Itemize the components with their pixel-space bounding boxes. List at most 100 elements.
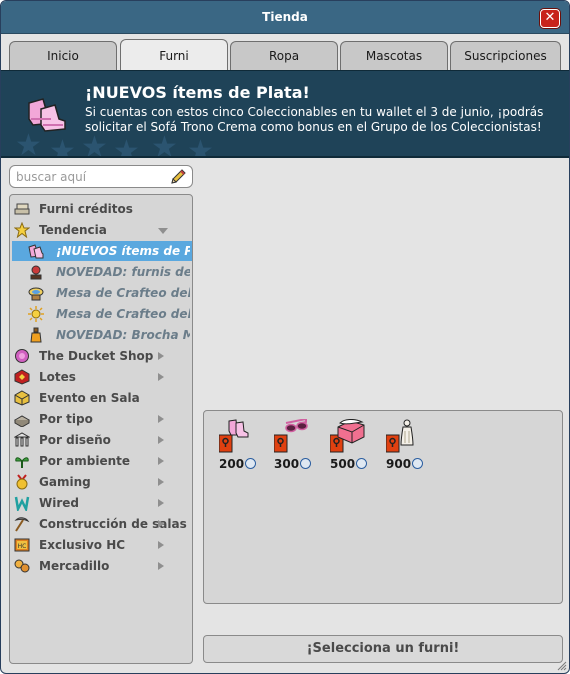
banner-star-decoration: ★ <box>15 128 42 158</box>
tab-furni[interactable]: Furni <box>120 39 228 70</box>
catalog-item-label: Mesa de Crafteo del Som <box>56 307 190 321</box>
tab-ropa[interactable]: Ropa <box>230 41 338 70</box>
chevron-right-icon <box>158 499 164 507</box>
banner-star-decoration: ★ <box>113 134 140 158</box>
promo-banner: ★ ★ ★ ★ ★ ★ ¡NUEVOS ítems de Plata! Si c… <box>1 70 569 158</box>
catalog-item-label: Lotes <box>39 370 76 384</box>
catalog-item-label: Construcción de salas <box>39 517 187 531</box>
product-item[interactable]: 500 <box>330 419 376 471</box>
catalog-item-label: The Ducket Shop <box>39 349 154 363</box>
ducket-icon <box>15 349 29 363</box>
catalog-item-nuevos-items-plata[interactable]: ¡NUEVOS ítems de Plata <box>12 241 192 261</box>
catalog-item-mercadillo[interactable]: Mercadillo <box>12 556 192 576</box>
banner-star-decoration: ★ <box>151 130 178 158</box>
chevron-right-icon <box>158 541 164 549</box>
plant-icon <box>15 457 29 468</box>
catalog-item-por-ambiente[interactable]: Por ambiente <box>12 451 192 471</box>
catalog-item-label: Evento en Sala <box>39 391 140 405</box>
diamond-coin-icon <box>412 458 424 469</box>
furni-stack-icon <box>14 203 30 215</box>
catalog-item-wired[interactable]: Wired <box>12 493 192 513</box>
catalog-item-lotes[interactable]: Lotes <box>12 367 192 387</box>
banner-star-decoration: ★ <box>81 130 108 158</box>
banner-star-decoration: ★ <box>49 134 76 158</box>
resize-grip-icon[interactable] <box>557 661 567 671</box>
banner-text: Si cuentas con estos cinco Coleccionable… <box>85 105 544 134</box>
pink-slippers-icon <box>28 244 44 259</box>
catalog-item-por-tipo[interactable]: Por tipo <box>12 409 192 429</box>
pink-cake-icon <box>330 419 365 453</box>
chevron-right-icon <box>158 478 164 486</box>
type-icon <box>14 415 30 427</box>
tab-bar: Inicio Furni Ropa Mascotas Suscripciones <box>9 39 561 70</box>
catalog-item-label: Por tipo <box>39 412 93 426</box>
diamond-coin-icon <box>356 458 368 469</box>
catalog-item-label: Furni créditos <box>39 202 133 216</box>
pencil-icon[interactable] <box>169 168 187 186</box>
chevron-right-icon <box>158 520 164 528</box>
title-bar[interactable]: Tienda ✕ <box>1 1 569 34</box>
chevron-down-icon <box>158 228 168 234</box>
diamond-coin-icon <box>300 458 312 469</box>
search-input[interactable] <box>16 169 166 184</box>
product-item[interactable]: 300 <box>274 419 320 471</box>
rose-icon <box>30 265 42 280</box>
catalog-item-label: Por ambiente <box>39 454 130 468</box>
diamond-coin-icon <box>245 458 257 469</box>
product-item[interactable]: 200 <box>219 419 265 471</box>
pink-sunglasses-icon <box>274 419 308 453</box>
banner-star-decoration: ★ <box>187 134 214 158</box>
catalog-item-furni-creditos[interactable]: Furni créditos <box>12 199 192 219</box>
catalog-item-gaming[interactable]: Gaming <box>12 472 192 492</box>
product-price: 200 <box>219 457 257 471</box>
svg-text:HC: HC <box>18 543 27 550</box>
catalog-item-mesa-crafteo-1[interactable]: Mesa de Crafteo del Som <box>12 283 192 303</box>
close-icon: ✕ <box>544 10 556 25</box>
catalog-item-label: Gaming <box>39 475 91 489</box>
chevron-right-icon <box>158 562 164 570</box>
catalog-item-exclusivo-hc[interactable]: HC Exclusivo HC <box>12 535 192 555</box>
event-icon <box>14 390 30 406</box>
catalog-item-evento-sala[interactable]: Evento en Sala <box>12 388 192 408</box>
chevron-right-icon <box>158 373 164 381</box>
catalog-item-label: ¡NUEVOS ítems de Plata <box>56 244 190 258</box>
close-button[interactable]: ✕ <box>540 9 560 28</box>
bundle-icon <box>14 369 30 385</box>
catalog-item-label: Por diseño <box>39 433 111 447</box>
catalog-item-ducket-shop[interactable]: The Ducket Shop <box>12 346 192 366</box>
banner-title: ¡NUEVOS ítems de Plata! <box>85 83 310 102</box>
market-icon <box>14 559 30 573</box>
catalog-item-por-diseno[interactable]: Por diseño <box>12 430 192 450</box>
star-icon <box>14 222 30 238</box>
hc-icon: HC <box>14 538 30 552</box>
tab-inicio[interactable]: Inicio <box>9 41 117 70</box>
pickaxe-icon <box>14 517 30 532</box>
catalog-item-label: Wired <box>39 496 79 510</box>
product-item[interactable]: 900 <box>386 419 432 471</box>
pink-slippers-icon <box>28 98 66 132</box>
catalog-item-label: NOVEDAD: Brocha Man <box>56 328 190 342</box>
catalog-item-mesa-crafteo-2[interactable]: Mesa de Crafteo del Som <box>12 304 192 324</box>
catalog-item-label: Exclusivo HC <box>39 538 126 552</box>
chevron-right-icon <box>158 457 164 465</box>
product-price: 500 <box>330 457 368 471</box>
pink-slippers-icon <box>219 419 249 453</box>
select-furni-button[interactable]: ¡Selecciona un furni! <box>203 635 563 663</box>
tab-mascotas[interactable]: Mascotas <box>340 41 448 70</box>
chevron-right-icon <box>158 436 164 444</box>
chevron-right-icon <box>158 352 164 360</box>
tab-suscripciones[interactable]: Suscripciones <box>450 41 561 70</box>
wired-icon <box>14 496 30 511</box>
craft-table-icon <box>28 287 44 301</box>
catalog-item-novedad-brocha[interactable]: NOVEDAD: Brocha Man <box>12 325 192 345</box>
catalog-item-label: Mercadillo <box>39 559 110 573</box>
catalog-item-novedad-furnis[interactable]: NOVEDAD: furnis del Po <box>12 262 192 282</box>
catalog-tree: Furni créditos Tendencia ¡NUEVOS ítems d… <box>9 194 193 664</box>
catalog-item-construccion-salas[interactable]: Construcción de salas <box>12 514 192 534</box>
chevron-right-icon <box>158 415 164 423</box>
catalog-item-tendencia[interactable]: Tendencia <box>12 220 192 240</box>
search-box <box>9 165 193 188</box>
medal-icon <box>16 474 28 490</box>
white-statue-icon <box>386 419 414 453</box>
catalog-window: Tienda ✕ Inicio Furni Ropa Mascotas Susc… <box>0 0 570 674</box>
